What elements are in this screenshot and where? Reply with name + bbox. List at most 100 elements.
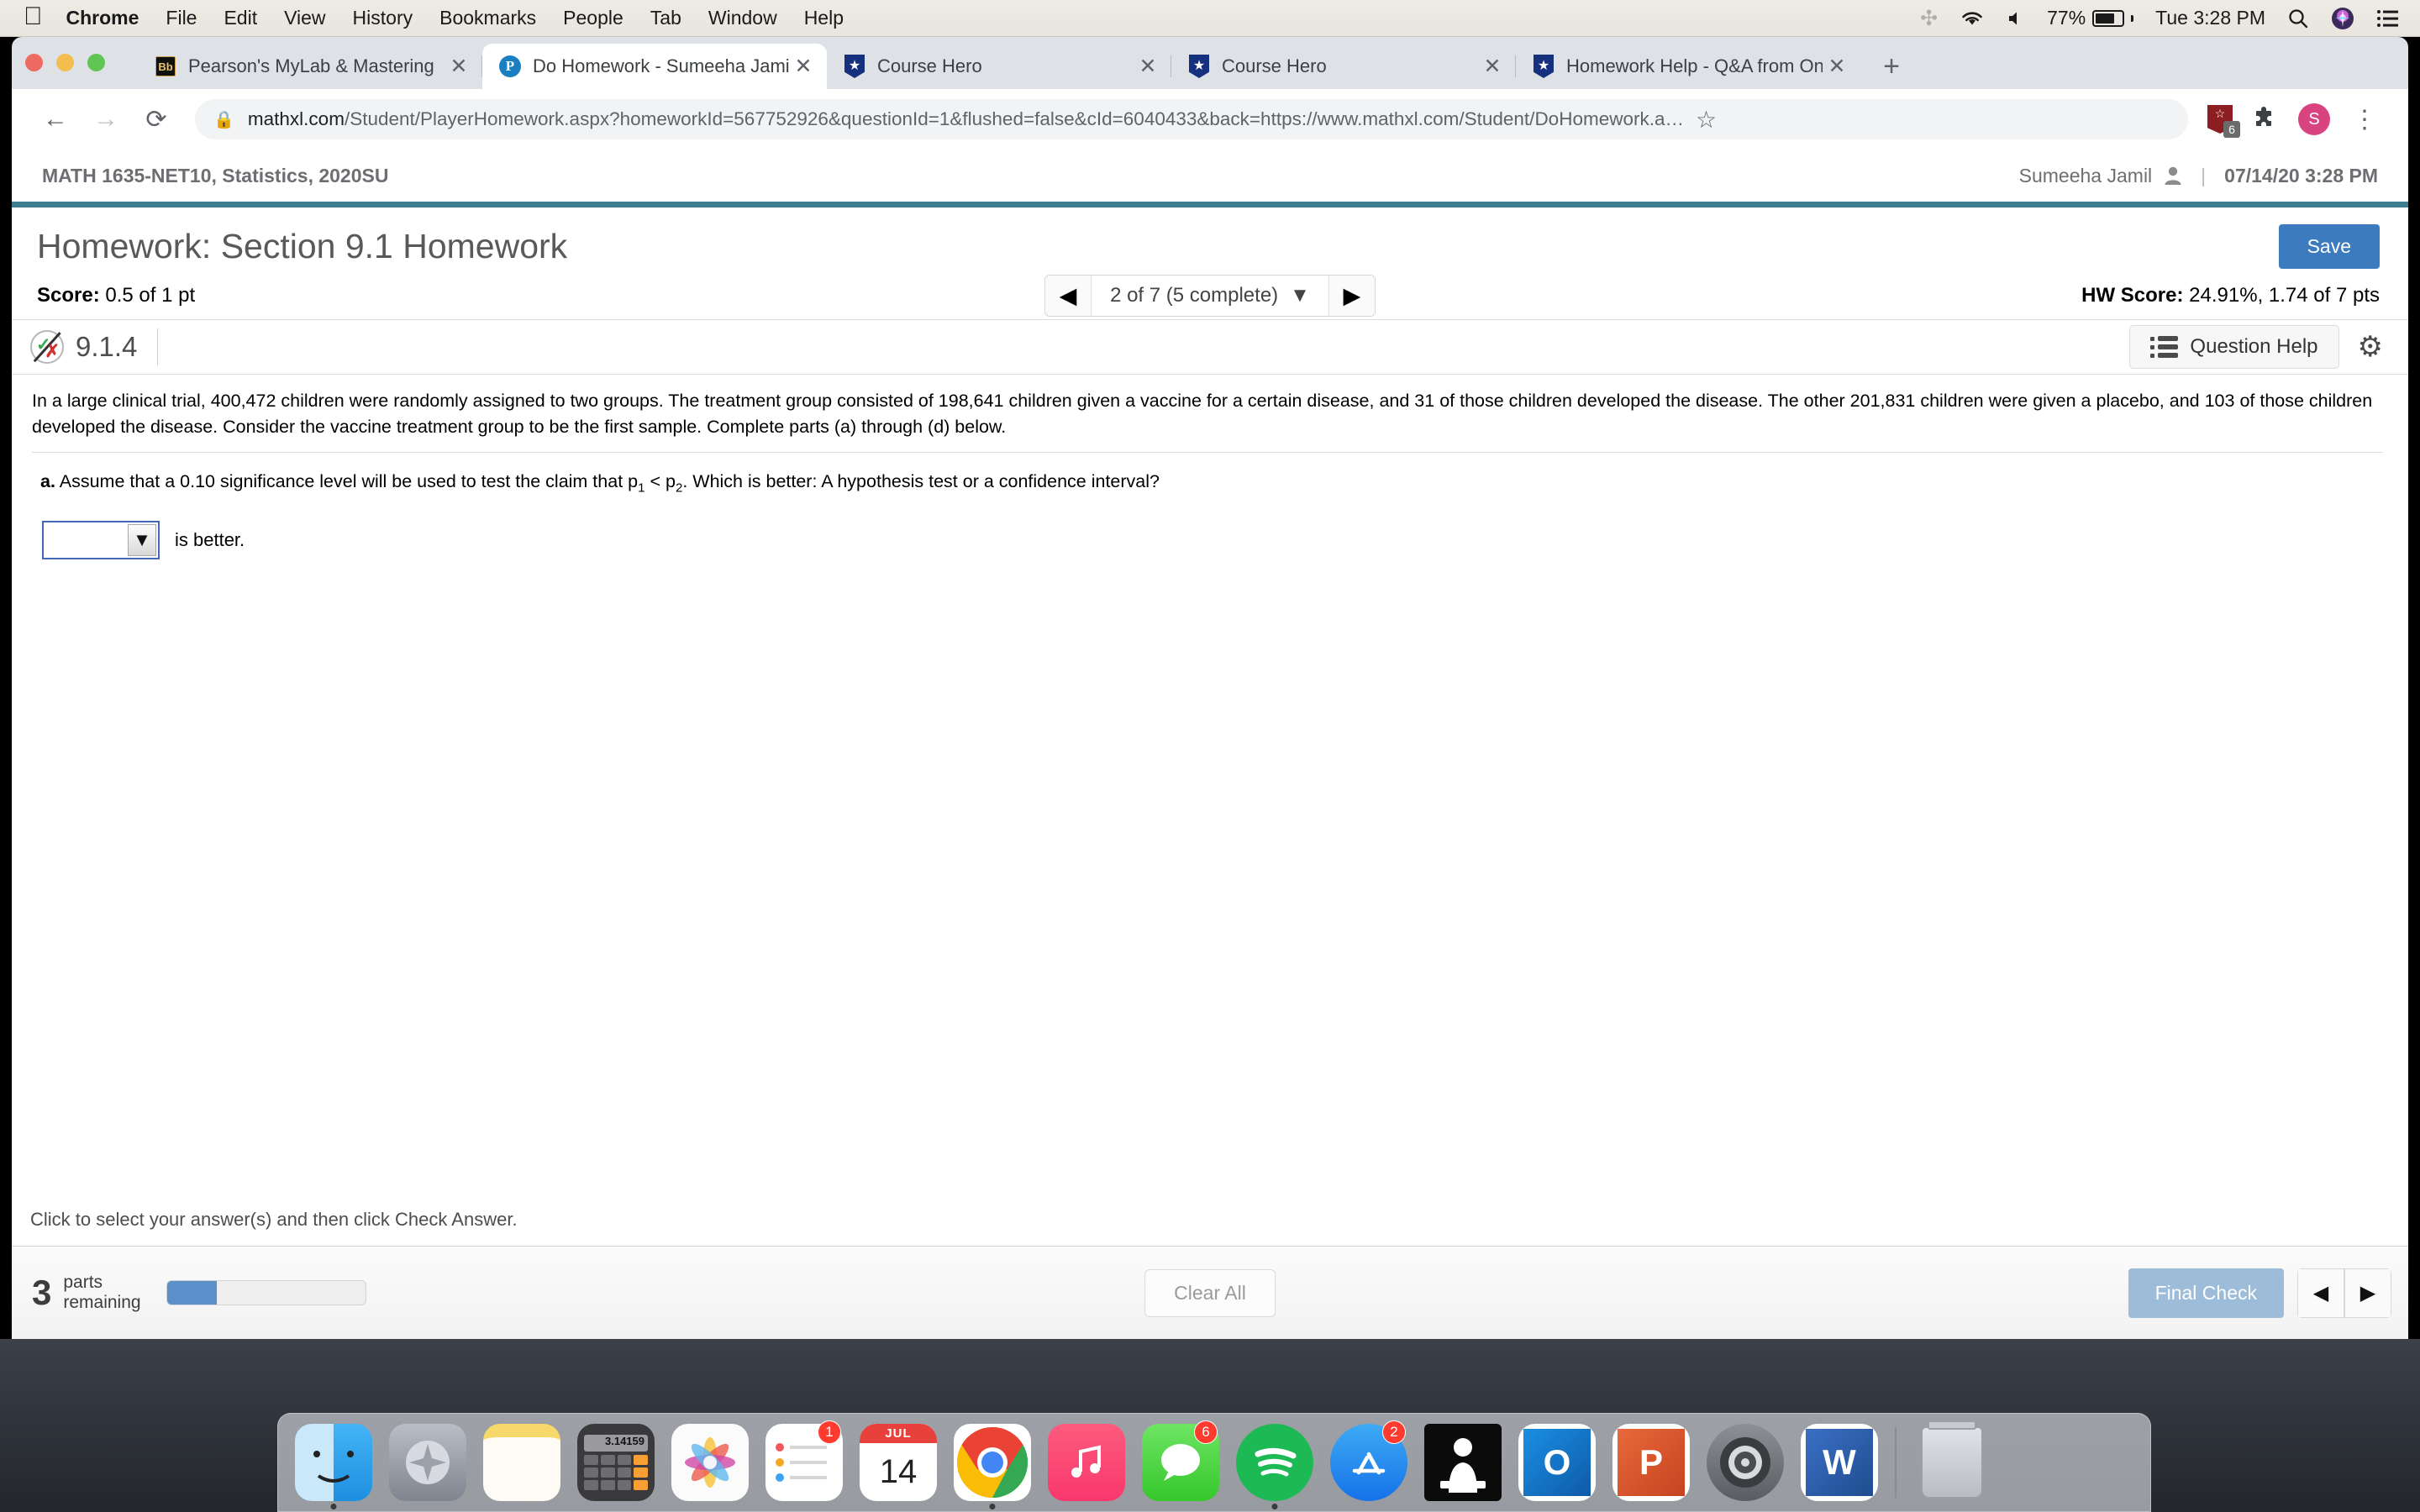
browser-tab-active[interactable]: P Do Homework - Sumeeha Jami ✕ (482, 44, 827, 89)
final-check-button[interactable]: Final Check (2128, 1268, 2284, 1318)
dock-item-reminders[interactable]: 1 (760, 1419, 848, 1506)
reload-icon[interactable]: ⟳ (131, 94, 182, 144)
browser-tab[interactable]: ★ Course Hero ✕ (827, 44, 1171, 89)
parts-remaining-line1: parts (63, 1273, 103, 1293)
tab-title: Pearson's MyLab & Mastering (188, 55, 434, 76)
spotlight-search-icon[interactable] (2287, 8, 2309, 29)
next-question-button[interactable]: ▶ (1328, 276, 1375, 316)
user-menu[interactable]: Sumeeha Jamil (2019, 165, 2183, 187)
profile-avatar[interactable]: S (2289, 94, 2339, 144)
bottom-next-button[interactable]: ▶ (2344, 1268, 2391, 1318)
word-icon: W (1801, 1424, 1878, 1501)
dock-item-music[interactable] (1043, 1419, 1130, 1506)
extensions-puzzle-icon[interactable] (2238, 94, 2289, 144)
back-arrow-icon[interactable]: ← (30, 94, 81, 144)
control-center-icon[interactable] (2376, 8, 2400, 29)
dock-item-notes[interactable] (478, 1419, 566, 1506)
forward-arrow-icon[interactable]: → (81, 94, 131, 144)
chevron-down-icon[interactable]: ▼ (1290, 284, 1310, 307)
answer-dropdown[interactable]: ▼ (42, 520, 160, 559)
x-glyph: ✗ (45, 342, 60, 361)
tab-title: Do Homework - Sumeeha Jami (533, 55, 789, 76)
homework-title-row: Homework: Section 9.1 Homework Save (12, 207, 2408, 284)
dock-item-calculator[interactable]: 3.14159 (572, 1419, 660, 1506)
tab-title: Course Hero (1222, 55, 1327, 76)
bottom-prev-button[interactable]: ◀ (2297, 1268, 2344, 1318)
app-store-badge: 2 (1382, 1420, 1406, 1444)
prev-question-button[interactable]: ◀ (1045, 276, 1092, 316)
menu-item-file[interactable]: File (166, 7, 197, 29)
dock-item-word[interactable]: W (1796, 1419, 1883, 1506)
dock-item-finder[interactable] (290, 1419, 377, 1509)
wifi-icon[interactable] (1960, 9, 1985, 28)
dock-item-app-store[interactable]: 2 (1325, 1419, 1413, 1506)
part-a-text-2: < p (644, 471, 676, 492)
extension-icon[interactable]: ☆ 6 (2202, 101, 2240, 138)
header-separator: | (2201, 164, 2207, 186)
browser-tab[interactable]: Bb Pearson's MyLab & Mastering ✕ (138, 44, 482, 89)
menu-bar-clock[interactable]: Tue 3:28 PM (2155, 7, 2265, 29)
save-button[interactable]: Save (2278, 224, 2380, 269)
dock-item-spotify[interactable] (1231, 1419, 1318, 1509)
score-display: Score: 0.5 of 1 pt (37, 284, 195, 307)
score-row: Score: 0.5 of 1 pt ◀ 2 of 7 (5 complete)… (12, 275, 2408, 319)
menu-item-history[interactable]: History (353, 7, 413, 29)
menu-item-edit[interactable]: Edit (224, 7, 257, 29)
dock-item-powerpoint[interactable]: P (1607, 1419, 1695, 1506)
volume-icon[interactable] (2007, 9, 2025, 28)
close-tab-icon[interactable]: ✕ (789, 52, 818, 81)
dock-item-chrome[interactable] (949, 1419, 1036, 1509)
dock-item-outlook[interactable]: O (1513, 1419, 1601, 1506)
close-tab-icon[interactable]: ✕ (1478, 52, 1507, 81)
spotify-icon (1236, 1424, 1313, 1501)
user-avatar-icon (2165, 166, 2181, 185)
menu-item-window[interactable]: Window (708, 7, 777, 29)
chevron-down-icon[interactable]: ▼ (128, 523, 156, 556)
menu-item-bookmarks[interactable]: Bookmarks (439, 7, 536, 29)
dock-item-launchpad[interactable] (384, 1419, 471, 1506)
dock-item-calendar[interactable]: JUL 14 (855, 1419, 942, 1506)
close-tab-icon[interactable]: ✕ (445, 52, 473, 81)
music-icon (1048, 1424, 1125, 1501)
word-letter: W (1806, 1429, 1873, 1496)
kindle-icon (1424, 1424, 1502, 1501)
menu-item-tab[interactable]: Tab (650, 7, 681, 29)
progress-bar (166, 1280, 366, 1305)
battery-indicator[interactable]: 77% (2047, 7, 2134, 29)
menu-item-chrome[interactable]: Chrome (66, 7, 139, 29)
macos-dock: 3.14159 1 JUL 14 6 2 O P W (277, 1413, 2151, 1512)
clear-all-button[interactable]: Clear All (1144, 1268, 1276, 1317)
question-selector[interactable]: 2 of 7 (5 complete) ▼ (1091, 276, 1329, 316)
dock-item-photos[interactable] (666, 1419, 754, 1506)
question-help-button[interactable]: Question Help (2129, 325, 2339, 369)
tab-title: Homework Help - Q&A from On (1566, 55, 1823, 76)
maximize-window-button[interactable] (87, 54, 105, 71)
menu-item-people[interactable]: People (563, 7, 623, 29)
tab-title: Course Hero (877, 55, 982, 76)
close-tab-icon[interactable]: ✕ (1134, 52, 1162, 81)
minimize-window-button[interactable] (56, 54, 74, 71)
battery-percent-label: 77% (2047, 7, 2086, 29)
parts-remaining-label: parts remaining (63, 1273, 140, 1312)
menu-item-help[interactable]: Help (804, 7, 844, 29)
dock-item-messages[interactable]: 6 (1137, 1419, 1224, 1506)
address-bar[interactable]: 🔒 mathxl.com/Student/PlayerHomework.aspx… (195, 99, 2188, 139)
dock-item-trash[interactable] (1908, 1419, 1996, 1506)
battery-body-icon (2092, 9, 2125, 27)
siri-icon[interactable] (2331, 7, 2354, 30)
bluetooth-icon[interactable]: ✣ (1920, 6, 1938, 31)
close-tab-icon[interactable]: ✕ (1823, 52, 1851, 81)
new-tab-button[interactable]: + (1869, 44, 1914, 89)
browser-tab[interactable]: ★ Course Hero ✕ (1171, 44, 1516, 89)
powerpoint-icon: P (1612, 1424, 1690, 1501)
partial-credit-check-x-icon: ✓ ✗ (30, 330, 64, 364)
browser-tab[interactable]: ★ Homework Help - Q&A from On ✕ (1516, 44, 1860, 89)
apple-menu-icon[interactable]:  (24, 3, 43, 29)
gear-icon[interactable]: ⚙ (2358, 330, 2383, 364)
chrome-menu-icon[interactable]: ⋮ (2339, 94, 2390, 144)
menu-item-view[interactable]: View (284, 7, 325, 29)
dock-item-kindle[interactable] (1419, 1419, 1507, 1506)
close-window-button[interactable] (25, 54, 43, 71)
dock-item-system-preferences[interactable] (1702, 1419, 1789, 1506)
star-icon[interactable]: ☆ (1696, 106, 1717, 134)
